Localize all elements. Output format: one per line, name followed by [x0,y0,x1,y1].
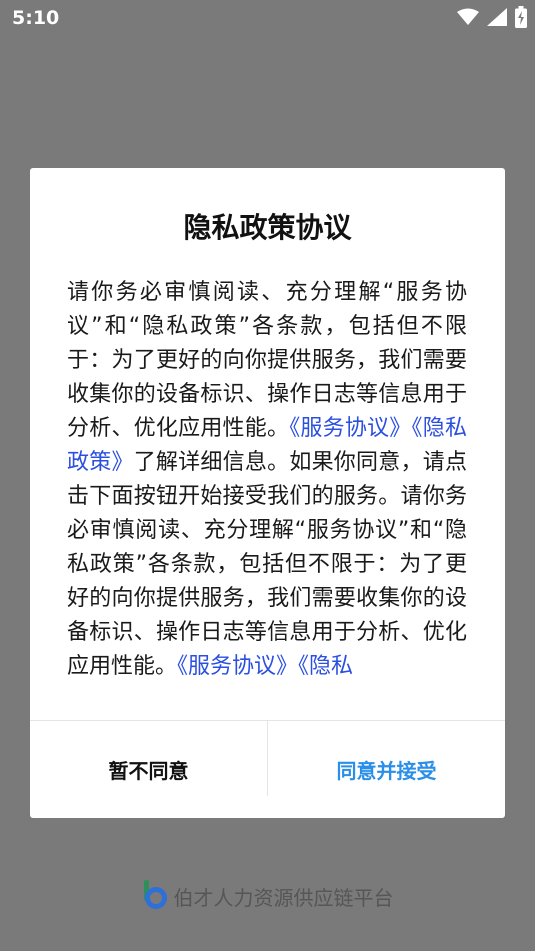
wifi-icon [457,8,479,26]
cell-signal-icon [487,8,507,26]
dialog-body[interactable]: 请你务必审慎阅读、充分理解“服务协议”和“隐私政策”各条款，包括但不限于：为了更… [67,276,467,688]
decline-button[interactable]: 暂不同意 [30,721,267,818]
privacy-dialog: 隐私政策协议 请你务必审慎阅读、充分理解“服务协议”和“隐私政策”各条款，包括但… [30,168,505,818]
status-time: 5:10 [12,7,60,29]
dialog-title: 隐私政策协议 [183,211,352,244]
battery-charging-icon [515,6,527,28]
app-name: 伯才人力资源供应链平台 [173,885,394,910]
accept-button[interactable]: 同意并接受 [268,721,505,818]
service-agreement-link[interactable]: 《服务协议》 [289,416,411,441]
service-agreement-link[interactable]: 《服务协议》 [177,654,298,679]
privacy-policy-link[interactable]: 《隐私 [298,654,353,679]
body-text: 了解详细信息。如果你同意，请点击下面按钮开始接受我们的服务。请你务必审慎阅读、充… [67,450,467,679]
footer-brand: 伯才人力资源供应链平台 [0,878,535,914]
status-icons [457,6,527,28]
status-bar: 5:10 [0,0,535,36]
bocai-logo-icon [142,879,168,913]
